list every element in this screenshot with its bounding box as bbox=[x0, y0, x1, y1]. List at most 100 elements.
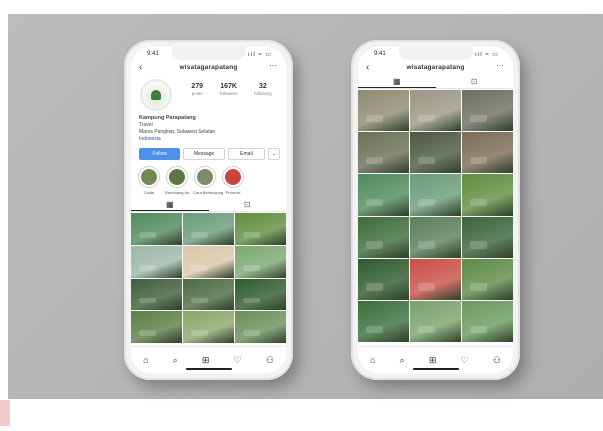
post-thumbnail[interactable] bbox=[131, 213, 182, 245]
post-thumbnail[interactable] bbox=[462, 216, 513, 258]
post-thumbnail[interactable] bbox=[462, 132, 513, 174]
grid-icon: ▦ bbox=[165, 200, 174, 209]
highlight-thumb bbox=[225, 169, 241, 185]
post-thumbnail[interactable] bbox=[235, 311, 286, 343]
top-bar: ‹ wisatagarapatang ··· bbox=[358, 61, 513, 75]
post-thumbnail[interactable] bbox=[131, 311, 182, 343]
tab-grid[interactable]: ▦ bbox=[131, 199, 209, 211]
post-thumbnail[interactable] bbox=[462, 90, 513, 132]
corner-accent bbox=[0, 400, 10, 426]
highlight-thumb bbox=[197, 169, 213, 185]
stat-posts-count: 279 bbox=[191, 83, 204, 90]
heart-icon[interactable]: ♡ bbox=[461, 355, 469, 366]
bottom-nav: ⌂ ⌕ ⊞ ♡ ⚇ bbox=[358, 346, 513, 373]
highlight-item[interactable]: Promosi bbox=[221, 166, 245, 195]
search-icon[interactable]: ⌕ bbox=[173, 355, 178, 366]
post-thumbnail[interactable] bbox=[410, 258, 461, 300]
status-time: 9:41 bbox=[147, 51, 159, 57]
add-post-icon[interactable]: ⊞ bbox=[202, 355, 210, 366]
logo-tree-icon bbox=[151, 90, 161, 100]
post-thumbnail[interactable] bbox=[358, 90, 409, 132]
notch bbox=[171, 47, 246, 60]
post-thumbnail[interactable] bbox=[410, 90, 461, 132]
bio: Kampung Parapatang Travel Maros Pangkep,… bbox=[139, 115, 280, 143]
post-thumbnail[interactable] bbox=[462, 174, 513, 216]
more-options-icon[interactable]: ··· bbox=[269, 61, 277, 70]
profile-screen: 9:41 ııl ≈ ▭ ‹ wisatagarapatang ··· 279 … bbox=[131, 47, 286, 373]
post-thumbnail[interactable] bbox=[358, 174, 409, 216]
stat-followers-count: 167K bbox=[220, 83, 237, 90]
post-thumbnail[interactable] bbox=[410, 216, 461, 258]
stat-following-label: following bbox=[254, 91, 272, 96]
post-thumbnail[interactable] bbox=[183, 311, 234, 343]
profile-actions: Follow Message Email ⌄ bbox=[139, 148, 280, 160]
stat-followers[interactable]: 167K followers bbox=[220, 83, 238, 96]
phone-profile: 9:41 ııl ≈ ▭ ‹ wisatagarapatang ··· 279 … bbox=[124, 40, 293, 380]
profile-icon[interactable]: ⚇ bbox=[493, 355, 501, 366]
profile-stats: 279 posts 167K followers 32 following bbox=[183, 83, 280, 96]
story-highlights: Guide Rammang Itu Cara Berkunjung Promos… bbox=[137, 166, 280, 195]
post-thumbnail[interactable] bbox=[410, 174, 461, 216]
message-button[interactable]: Message bbox=[183, 148, 225, 160]
post-thumbnail[interactable] bbox=[235, 245, 286, 278]
home-icon[interactable]: ⌂ bbox=[370, 355, 375, 365]
post-thumbnail[interactable] bbox=[462, 300, 513, 342]
notch bbox=[398, 47, 473, 60]
email-button[interactable]: Email bbox=[227, 148, 266, 160]
tab-tagged[interactable]: ⊡ bbox=[209, 199, 287, 211]
post-grid bbox=[358, 90, 513, 342]
stat-following[interactable]: 32 following bbox=[254, 83, 272, 96]
home-icon[interactable]: ⌂ bbox=[143, 355, 148, 365]
bottom-nav: ⌂ ⌕ ⊞ ♡ ⚇ bbox=[131, 346, 286, 373]
post-grid bbox=[131, 213, 286, 343]
tagged-icon: ⊡ bbox=[470, 77, 478, 86]
suggest-button[interactable]: ⌄ bbox=[268, 148, 280, 160]
follow-button[interactable]: Follow bbox=[139, 148, 181, 160]
signal-icon: ııl ≈ ▭ bbox=[475, 52, 499, 58]
highlight-caption: Promosi bbox=[225, 190, 241, 195]
highlight-thumb bbox=[169, 169, 185, 185]
username: wisatagarapatang bbox=[179, 64, 238, 71]
post-thumbnail[interactable] bbox=[183, 278, 234, 311]
post-thumbnail[interactable] bbox=[235, 213, 286, 245]
tab-grid[interactable]: ▦ bbox=[358, 76, 436, 88]
post-thumbnail[interactable] bbox=[358, 300, 409, 342]
post-thumbnail[interactable] bbox=[410, 300, 461, 342]
post-thumbnail[interactable] bbox=[358, 216, 409, 258]
more-options-icon[interactable]: ··· bbox=[496, 61, 504, 70]
highlight-item[interactable]: Rammang Itu bbox=[165, 166, 189, 195]
tab-tagged[interactable]: ⊡ bbox=[436, 76, 514, 88]
stat-posts[interactable]: 279 posts bbox=[191, 83, 203, 96]
post-thumbnail[interactable] bbox=[235, 278, 286, 311]
tagged-icon: ⊡ bbox=[243, 200, 251, 209]
avatar[interactable] bbox=[140, 79, 172, 111]
profile-tabs: ▦ ⊡ bbox=[358, 76, 513, 89]
bio-link[interactable]: Indonesia bbox=[139, 136, 280, 143]
highlight-thumb bbox=[141, 169, 157, 185]
add-post-icon[interactable]: ⊞ bbox=[429, 355, 437, 366]
post-thumbnail[interactable] bbox=[131, 245, 182, 278]
highlight-item[interactable]: Guide bbox=[137, 166, 161, 195]
search-icon[interactable]: ⌕ bbox=[400, 355, 405, 366]
bio-category: Travel bbox=[139, 122, 153, 128]
bio-name: Kampung Parapatang bbox=[139, 115, 196, 121]
post-thumbnail[interactable] bbox=[131, 278, 182, 311]
post-thumbnail[interactable] bbox=[358, 258, 409, 300]
highlight-caption: Cara Berkunjung bbox=[193, 190, 224, 195]
feed-screen: 9:41 ııl ≈ ▭ ‹ wisatagarapatang ··· ▦ ⊡ … bbox=[358, 47, 513, 373]
highlight-item[interactable]: Cara Berkunjung bbox=[193, 166, 224, 195]
highlight-caption: Guide bbox=[143, 190, 155, 195]
status-time: 9:41 bbox=[374, 51, 386, 57]
heart-icon[interactable]: ♡ bbox=[234, 355, 242, 366]
grid-icon: ▦ bbox=[392, 77, 401, 86]
post-thumbnail[interactable] bbox=[462, 258, 513, 300]
signal-icon: ııl ≈ ▭ bbox=[248, 52, 272, 58]
home-indicator bbox=[412, 368, 459, 370]
bio-line: Maros Pangkep, Sulawesi Selatan bbox=[139, 129, 216, 135]
post-thumbnail[interactable] bbox=[358, 132, 409, 174]
profile-icon[interactable]: ⚇ bbox=[266, 355, 274, 366]
post-thumbnail[interactable] bbox=[183, 245, 234, 278]
stat-following-count: 32 bbox=[258, 83, 267, 90]
post-thumbnail[interactable] bbox=[183, 213, 234, 245]
post-thumbnail[interactable] bbox=[410, 132, 461, 174]
